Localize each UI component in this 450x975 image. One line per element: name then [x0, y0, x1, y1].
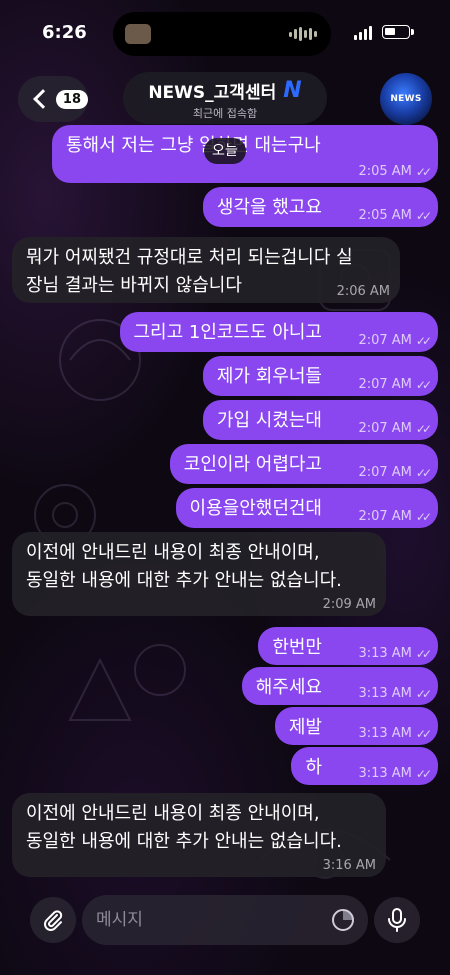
read-receipt-icon: ✓✓: [415, 209, 432, 223]
message-meta: 3:13 AM ✓✓: [358, 766, 432, 782]
message-time: 3:13 AM: [358, 726, 412, 741]
read-receipt-icon: ✓✓: [415, 422, 432, 436]
incoming-message[interactable]: 이전에 안내드린 내용이 최종 안내이며, 동일한 내용에 대한 추가 안내는 …: [12, 532, 386, 616]
message-meta: 3:13 AM ✓✓: [358, 726, 432, 742]
message-time: 2:07 AM: [358, 509, 412, 524]
read-receipt-icon: ✓✓: [415, 165, 432, 179]
message-time: 3:16 AM: [322, 858, 376, 873]
unread-count-badge: 18: [55, 89, 88, 109]
doodle-icon: [68, 644, 186, 721]
read-receipt-icon: ✓✓: [415, 510, 432, 524]
message-meta: 3:16 AM: [323, 859, 376, 873]
chat-subtitle: 최근에 접속함: [192, 107, 258, 120]
battery-tip: [411, 29, 414, 35]
outgoing-message[interactable]: 해주세요 3:13 AM ✓✓: [241, 667, 438, 705]
signal-icon: [354, 26, 372, 40]
read-receipt-icon: ✓✓: [415, 767, 432, 781]
outgoing-message[interactable]: 이용을안했던건대 2:07 AM ✓✓: [175, 488, 438, 528]
message-time: 2:07 AM: [358, 465, 412, 480]
message-meta: 2:07 AM ✓✓: [358, 421, 432, 437]
read-receipt-icon: ✓✓: [415, 466, 432, 480]
chevron-left-icon: [33, 89, 53, 109]
microphone-icon: [388, 908, 406, 932]
verified-badge-icon: N: [283, 77, 302, 103]
paperclip-icon: [44, 910, 63, 931]
sticker-icon[interactable]: [330, 907, 356, 933]
message-meta: 2:09 AM: [323, 598, 376, 612]
read-receipt-icon: ✓✓: [415, 647, 432, 661]
date-chip: 오늘: [204, 138, 246, 164]
read-receipt-icon: ✓✓: [415, 334, 432, 348]
message-time: 2:07 AM: [358, 333, 412, 348]
outgoing-message[interactable]: 하 3:13 AM ✓✓: [291, 747, 438, 785]
status-time: 6:26: [42, 22, 87, 43]
outgoing-message[interactable]: 가입 시켰는대 2:07 AM ✓✓: [202, 400, 438, 440]
message-composer[interactable]: [82, 895, 368, 945]
message-meta: 2:07 AM ✓✓: [358, 333, 432, 349]
message-time: 2:09 AM: [322, 597, 376, 612]
message-time: 2:05 AM: [358, 208, 412, 223]
outgoing-message[interactable]: 그리고 1인코드도 아니고 2:07 AM ✓✓: [119, 312, 438, 352]
dynamic-island: [113, 12, 331, 56]
message-meta: 2:05 AM ✓✓: [358, 164, 432, 180]
message-meta: 3:13 AM ✓✓: [358, 686, 432, 702]
message-meta: 2:07 AM ✓✓: [358, 377, 432, 393]
incoming-message[interactable]: 뭐가 어찌됐건 규정대로 처리 되는겁니다 실 장님 결과는 바뀌지 않습니다 2…: [12, 237, 400, 303]
message-text: 이전에 안내드린 내용이 최종 안내이며, 동일한 내용에 대한 추가 안내는 …: [26, 803, 342, 852]
message-meta: 2:07 AM ✓✓: [358, 465, 432, 481]
message-text: 통해서 저는 그냥 일하면 대는구나: [66, 135, 321, 156]
outgoing-message[interactable]: 생각을 했고요 2:05 AM ✓✓: [202, 187, 438, 227]
message-meta: 2:07 AM ✓✓: [358, 509, 432, 525]
message-time: 2:07 AM: [358, 377, 412, 392]
now-playing-thumbnail: [125, 24, 151, 44]
message-time: 2:06 AM: [336, 284, 390, 299]
microphone-button[interactable]: [374, 897, 420, 943]
message-time: 2:05 AM: [358, 164, 412, 179]
message-meta: 2:05 AM ✓✓: [358, 208, 432, 224]
read-receipt-icon: ✓✓: [415, 727, 432, 741]
audio-wave-icon: [289, 27, 317, 41]
read-receipt-icon: ✓✓: [415, 687, 432, 701]
message-meta: 3:13 AM ✓✓: [358, 646, 432, 662]
message-time: 3:13 AM: [358, 686, 412, 701]
outgoing-message[interactable]: 코인이라 어렵다고 2:07 AM ✓✓: [169, 444, 438, 484]
message-time: 3:13 AM: [358, 766, 412, 781]
message-input[interactable]: [96, 895, 316, 945]
incoming-message[interactable]: 이전에 안내드린 내용이 최종 안내이며, 동일한 내용에 대한 추가 안내는 …: [12, 793, 386, 877]
message-time: 3:13 AM: [358, 646, 412, 661]
status-bar: 6:26: [0, 0, 450, 60]
chat-title: NEWS_고객센터: [148, 83, 277, 103]
message-text: 뭐가 어찌됐건 규정대로 처리 되는겁니다 실 장님 결과는 바뀌지 않습니다: [26, 247, 353, 296]
avatar[interactable]: NEWS: [380, 73, 432, 125]
outgoing-message[interactable]: 제가 회우너들 2:07 AM ✓✓: [202, 356, 438, 396]
message-time: 2:07 AM: [358, 421, 412, 436]
avatar-label: NEWS: [390, 94, 422, 104]
chat-header[interactable]: NEWS_고객센터 N 최근에 접속함: [123, 72, 327, 124]
back-button[interactable]: 18: [18, 76, 88, 122]
message-text: 이전에 안내드린 내용이 최종 안내이며, 동일한 내용에 대한 추가 안내는 …: [26, 542, 342, 591]
outgoing-message[interactable]: 한번만 3:13 AM ✓✓: [258, 627, 438, 665]
message-meta: 2:06 AM: [337, 285, 390, 299]
read-receipt-icon: ✓✓: [415, 378, 432, 392]
attach-button[interactable]: [30, 897, 76, 943]
battery-icon: [382, 25, 410, 39]
outgoing-message[interactable]: 제발 3:13 AM ✓✓: [274, 707, 438, 745]
